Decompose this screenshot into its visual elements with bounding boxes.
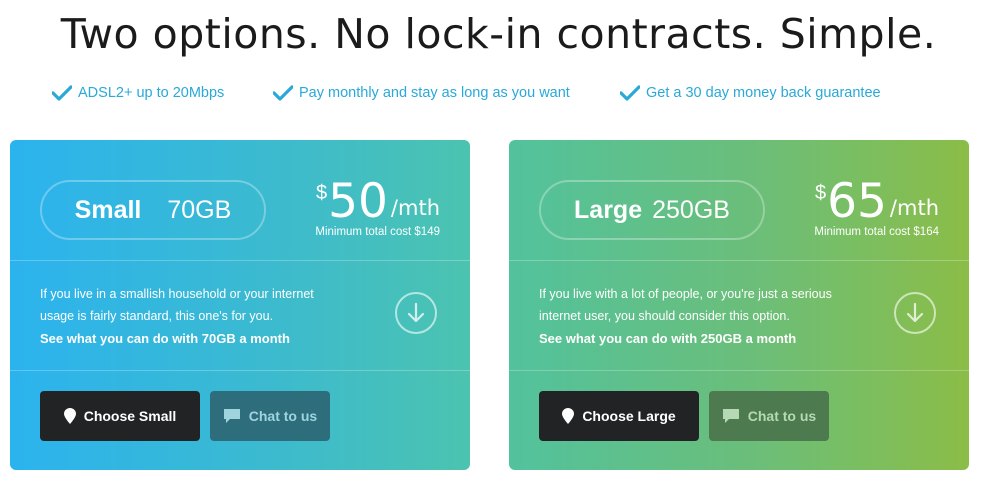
arrow-down-icon — [407, 302, 425, 323]
feature-list: ADSL2+ up to 20Mbps Pay monthly and stay… — [0, 85, 997, 105]
description-line: If you live in a smallish household or y… — [40, 287, 314, 301]
plan-card-small: Small 70GB $ 50 /mth Minimum total cost … — [10, 140, 470, 470]
page-headline: Two options. No lock-in contracts. Simpl… — [60, 10, 937, 58]
plan-name-pill: Large 250GB — [539, 180, 765, 240]
plan-price: $ 50 /mth Minimum total cost $149 — [315, 174, 440, 238]
check-icon — [52, 85, 72, 101]
description-line: If you live with a lot of people, or you… — [539, 287, 832, 301]
divider — [10, 260, 470, 261]
price-amount: 65 — [827, 174, 887, 229]
see-more-link[interactable]: See what you can do with 250GB a month — [539, 328, 869, 350]
price-period: /mth — [390, 196, 440, 220]
plan-name: Large — [574, 195, 643, 224]
feature-item: Get a 30 day money back guarantee — [620, 85, 881, 101]
feature-item: Pay monthly and stay as long as you want — [273, 85, 570, 101]
see-more-link[interactable]: See what you can do with 70GB a month — [40, 328, 370, 350]
expand-details-button[interactable] — [395, 292, 437, 334]
check-icon — [620, 85, 640, 101]
plan-name: Small — [74, 195, 142, 224]
chat-button-label: Chat to us — [747, 408, 817, 424]
location-pin-icon — [63, 408, 76, 424]
chat-to-us-button[interactable]: Chat to us — [709, 391, 829, 441]
chat-to-us-button[interactable]: Chat to us — [210, 391, 330, 441]
price-period: /mth — [889, 196, 939, 220]
chat-bubble-icon — [223, 409, 240, 423]
check-icon — [273, 85, 293, 101]
feature-item: ADSL2+ up to 20Mbps — [52, 85, 224, 101]
feature-text: Get a 30 day money back guarantee — [646, 85, 881, 101]
price-currency: $ — [315, 182, 328, 204]
plan-card-large: Large 250GB $ 65 /mth Minimum total cost… — [509, 140, 969, 470]
arrow-down-icon — [906, 302, 924, 323]
choose-small-button[interactable]: Choose Small — [40, 391, 200, 441]
minimum-cost: Minimum total cost $164 — [814, 226, 939, 238]
divider — [509, 260, 969, 261]
chat-button-label: Chat to us — [248, 408, 318, 424]
plan-name-pill: Small 70GB — [40, 180, 266, 240]
chat-bubble-icon — [722, 409, 739, 423]
divider — [10, 370, 470, 371]
choose-button-label: Choose Large — [582, 408, 676, 424]
plan-price: $ 65 /mth Minimum total cost $164 — [814, 174, 939, 238]
plan-data-allowance: 250GB — [652, 195, 730, 224]
description-line: usage is fairly standard, this one's for… — [40, 309, 274, 323]
plan-description: If you live in a smallish household or y… — [40, 283, 370, 350]
plan-data-allowance: 70GB — [167, 195, 232, 224]
price-amount: 50 — [328, 174, 388, 229]
choose-large-button[interactable]: Choose Large — [539, 391, 699, 441]
divider — [509, 370, 969, 371]
feature-text: ADSL2+ up to 20Mbps — [78, 85, 225, 101]
expand-details-button[interactable] — [894, 292, 936, 334]
minimum-cost: Minimum total cost $149 — [315, 226, 440, 238]
price-currency: $ — [814, 182, 827, 204]
description-line: internet user, you should consider this … — [539, 309, 790, 323]
feature-text: Pay monthly and stay as long as you want — [299, 85, 570, 101]
choose-button-label: Choose Small — [83, 408, 177, 424]
plan-description: If you live with a lot of people, or you… — [539, 283, 869, 350]
location-pin-icon — [562, 408, 575, 424]
